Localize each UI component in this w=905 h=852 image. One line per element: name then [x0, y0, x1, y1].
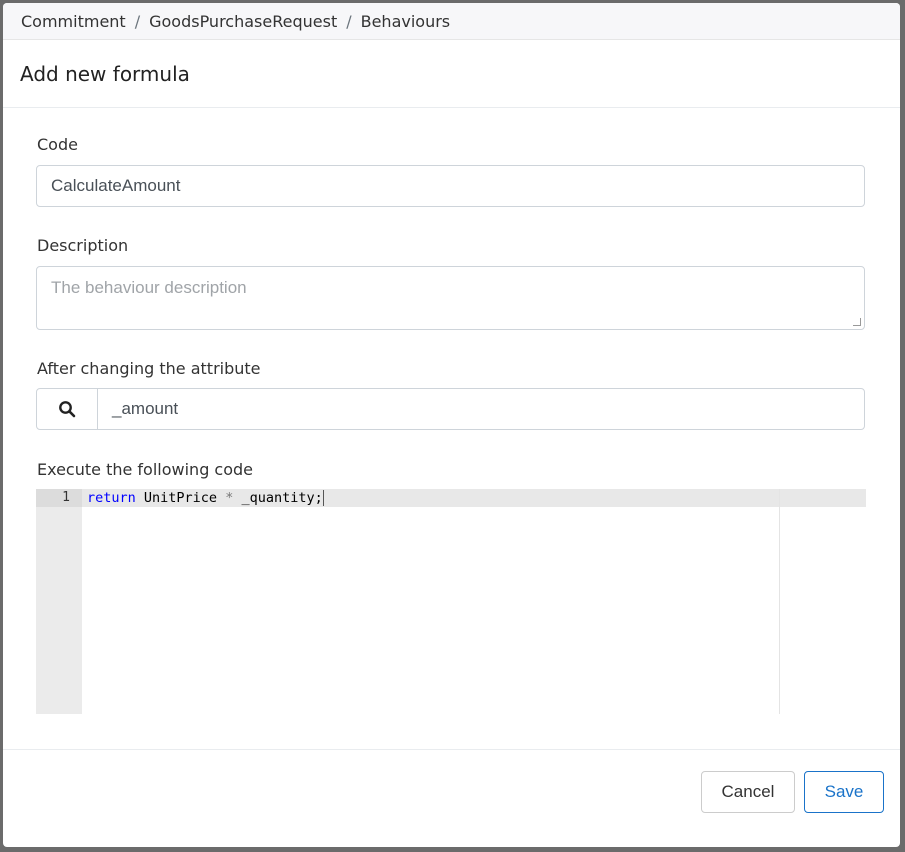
description-label: Description: [37, 236, 129, 255]
attribute-label: After changing the attribute: [37, 359, 261, 378]
breadcrumb-item-entity[interactable]: GoodsPurchaseRequest: [149, 12, 337, 31]
description-textarea[interactable]: The behaviour description: [36, 266, 865, 330]
breadcrumb-separator: /: [134, 11, 141, 31]
breadcrumb: Commitment / GoodsPurchaseRequest / Beha…: [3, 3, 900, 40]
add-formula-modal: Commitment / GoodsPurchaseRequest / Beha…: [3, 3, 900, 847]
breadcrumb-item-behaviours[interactable]: Behaviours: [361, 12, 451, 31]
attribute-search: _amount: [36, 388, 865, 430]
save-button[interactable]: Save: [804, 771, 884, 813]
code-keyword: return: [87, 490, 136, 506]
attribute-input[interactable]: _amount: [98, 389, 178, 429]
resize-handle[interactable]: [853, 318, 861, 326]
text-cursor: [322, 490, 324, 506]
code-text: UnitPrice: [135, 490, 226, 506]
search-button[interactable]: [37, 389, 98, 429]
code-value: CalculateAmount: [51, 176, 181, 195]
code-line[interactable]: return UnitPrice * _quantity;: [87, 489, 324, 507]
breadcrumb-separator: /: [346, 11, 352, 31]
breadcrumb-item-commitment[interactable]: Commitment: [21, 12, 126, 31]
code-input[interactable]: CalculateAmount: [36, 165, 865, 207]
modal-title: Add new formula: [3, 40, 900, 108]
search-icon: [59, 401, 76, 418]
print-margin: [779, 489, 780, 714]
code-label: Code: [37, 135, 78, 154]
description-placeholder: The behaviour description: [51, 278, 247, 297]
cancel-button[interactable]: Cancel: [701, 771, 795, 813]
editor-gutter: [36, 489, 82, 714]
code-text: _quantity;: [233, 490, 323, 506]
code-editor[interactable]: 1 return UnitPrice * _quantity;: [36, 489, 866, 714]
modal-footer: Cancel Save: [3, 749, 900, 847]
line-number: 1: [36, 489, 82, 507]
code-editor-label: Execute the following code: [37, 460, 254, 479]
